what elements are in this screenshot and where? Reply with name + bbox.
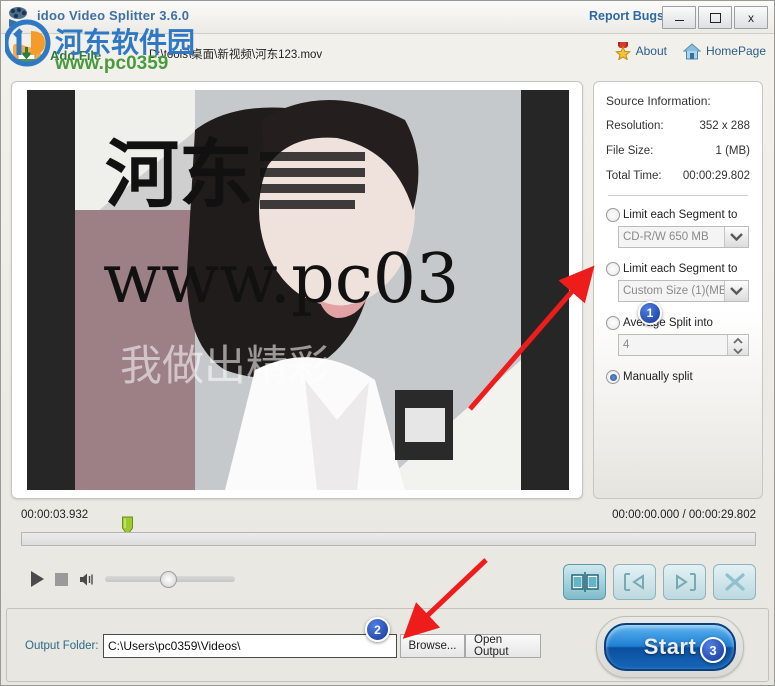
output-folder-label: Output Folder: [25, 640, 99, 652]
open-output-button[interactable]: Open Output [465, 634, 541, 658]
segment-toolbar [563, 564, 756, 600]
resolution-key: Resolution: [606, 120, 664, 132]
video-image: 河东 www.pc03 我做出精彩 [75, 90, 521, 490]
chevron-down-icon-2[interactable] [724, 281, 748, 301]
preset-size-value: CD-R/W 650 MB [623, 231, 709, 243]
source-information-heading: Source Information: [606, 94, 711, 108]
volume-icon[interactable] [79, 572, 97, 587]
radio-limit-segment-preset[interactable] [606, 208, 620, 222]
option-average-split[interactable]: Average Split into [606, 316, 752, 330]
option-label-1: Limit each Segment to [623, 263, 738, 275]
split-segment-button[interactable] [563, 564, 606, 600]
option-limit-segment-custom[interactable]: Limit each Segment to [606, 262, 752, 276]
average-split-count-input[interactable]: 4 [618, 334, 749, 356]
start-button-label: Start [643, 634, 697, 659]
radio-average-split[interactable] [606, 316, 620, 330]
toolbar-links: About HomePage [614, 42, 766, 60]
video-frame-graphic: 河东 www.pc03 我做出精彩 [75, 90, 521, 490]
add-file-label: Add File [50, 47, 102, 63]
volume-slider-knob[interactable] [160, 571, 177, 588]
app-logo-icon [9, 7, 27, 27]
spinner-buttons[interactable] [727, 335, 748, 355]
preset-size-dropdown[interactable]: CD-R/W 650 MB [618, 226, 749, 248]
playback-controls [31, 571, 235, 588]
info-row-totaltime: Total Time: 00:00:29.802 [606, 170, 750, 182]
minimize-button[interactable] [662, 6, 696, 29]
timeline-track[interactable] [21, 532, 756, 546]
about-button[interactable]: About [614, 42, 667, 60]
volume-slider[interactable] [105, 571, 235, 588]
svg-text:www.pc03: www.pc03 [103, 240, 459, 319]
spinner-down-icon[interactable] [728, 345, 748, 355]
close-button[interactable]: x [734, 6, 768, 29]
video-preview-frame: 河东 www.pc03 我做出精彩 [11, 81, 583, 499]
marker-time-label: 00:00:03.932 [21, 509, 89, 521]
info-row-resolution: Resolution: 352 x 288 [606, 120, 750, 132]
output-folder-input[interactable]: C:\Users\pc0359\Videos\ [103, 634, 397, 658]
info-row-filesize: File Size: 1 (MB) [606, 145, 750, 157]
badge-2: 2 [365, 617, 390, 642]
totaltime-key: Total Time: [606, 170, 662, 182]
stop-icon[interactable] [55, 572, 68, 586]
resolution-value: 352 x 288 [699, 120, 750, 132]
maximize-button[interactable] [698, 6, 732, 29]
split-icon [570, 572, 599, 592]
custom-size-value: Custom Size (1)(MB) [623, 285, 731, 297]
average-split-count-value: 4 [623, 339, 630, 351]
title-bar: idoo Video Splitter 3.6.0 Report Bugs x [1, 1, 774, 34]
chevron-down-icon[interactable] [724, 227, 748, 247]
report-bugs-link[interactable]: Report Bugs [589, 9, 664, 23]
position-total-label: 00:00:00.000 / 00:00:29.802 [612, 509, 756, 521]
spinner-up-icon[interactable] [728, 335, 748, 345]
start-button[interactable]: Start 3 [596, 616, 744, 678]
toolbar: Add File D:\tools\桌面\新视频\河东123.mov About… [1, 34, 774, 72]
option-label-3: Manually split [623, 371, 693, 383]
panel-divider [608, 195, 748, 196]
set-end-marker-button[interactable] [663, 564, 706, 600]
option-label-0: Limit each Segment to [623, 209, 738, 221]
filesize-key: File Size: [606, 145, 654, 157]
award-star-icon [614, 42, 631, 60]
add-file-icon [13, 43, 42, 67]
filesize-value: 1 (MB) [715, 145, 751, 157]
svg-text:我做出精彩: 我做出精彩 [120, 341, 330, 390]
badge-1: 1 [638, 301, 662, 325]
play-icon[interactable] [31, 571, 44, 587]
current-file-path: D:\tools\桌面\新视频\河东123.mov [149, 49, 323, 61]
option-label-2: Average Split into [623, 317, 713, 329]
source-info-panel: Source Information: Resolution: 352 x 28… [593, 81, 763, 499]
browse-button[interactable]: Browse... [400, 634, 465, 658]
radio-manual-split[interactable] [606, 370, 620, 384]
add-file-button[interactable]: Add File [11, 41, 101, 69]
custom-size-dropdown[interactable]: Custom Size (1)(MB) [618, 280, 749, 302]
homepage-button[interactable]: HomePage [682, 42, 766, 60]
home-icon [682, 42, 701, 59]
window-controls: x [662, 6, 768, 29]
homepage-label: HomePage [705, 44, 766, 58]
svg-text:河东: 河东 [105, 132, 253, 218]
volume-control [79, 571, 235, 588]
close-x-icon [724, 573, 745, 591]
mark-start-icon [623, 573, 644, 591]
app-window: idoo Video Splitter 3.6.0 Report Bugs x … [0, 0, 775, 686]
option-manual-split[interactable]: Manually split [606, 370, 752, 384]
delete-segment-button[interactable] [713, 564, 756, 600]
start-button-inner: Start 3 [604, 623, 736, 671]
radio-limit-segment-custom[interactable] [606, 262, 620, 276]
mark-end-icon [675, 573, 696, 591]
badge-3: 3 [700, 637, 726, 663]
set-start-marker-button[interactable] [613, 564, 656, 600]
option-limit-segment-preset[interactable]: Limit each Segment to [606, 208, 752, 222]
window-title: idoo Video Splitter 3.6.0 [37, 8, 190, 23]
about-label: About [635, 44, 667, 58]
totaltime-value: 00:00:29.802 [682, 170, 750, 182]
video-surface[interactable]: 河东 www.pc03 我做出精彩 [27, 90, 569, 490]
